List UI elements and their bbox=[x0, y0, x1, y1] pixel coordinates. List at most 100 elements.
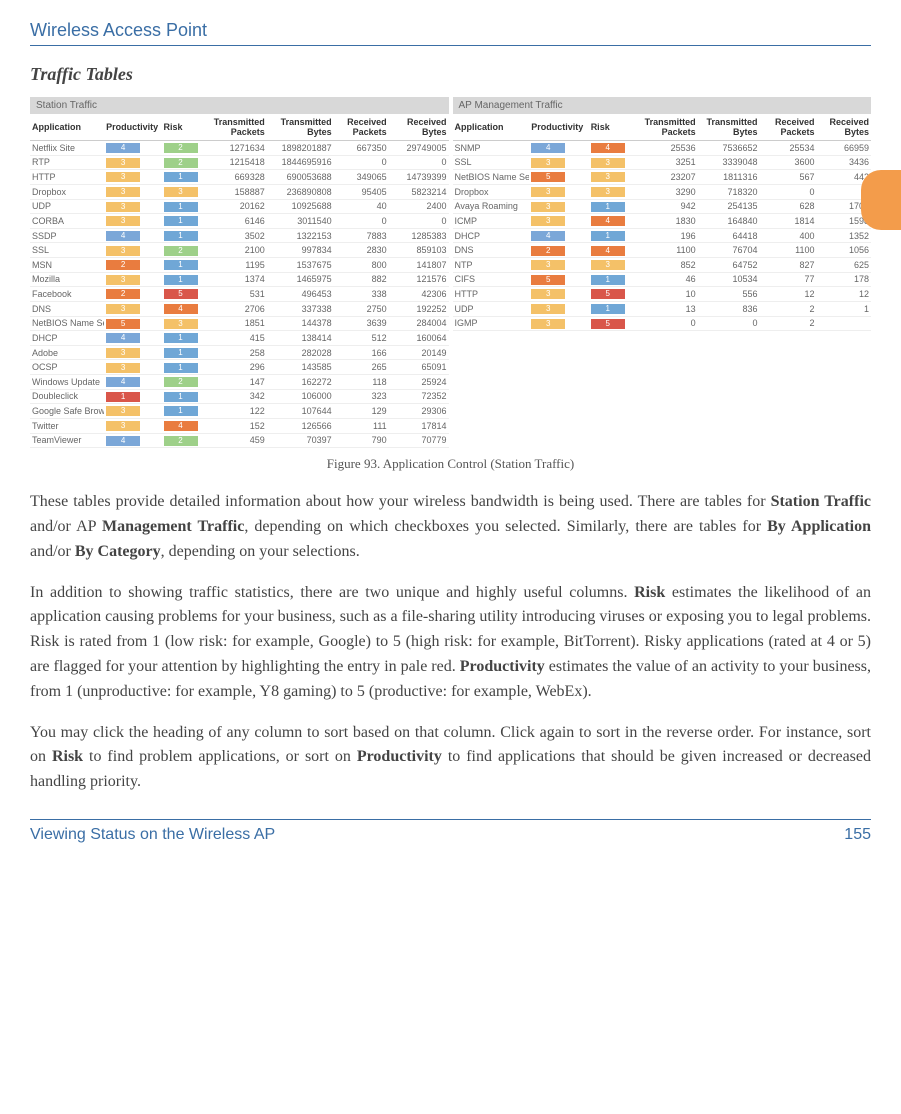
cell-rxb: 20149 bbox=[389, 345, 449, 360]
cell-application: OCSP bbox=[30, 360, 104, 375]
col-tx-packets[interactable]: Transmitted Packets bbox=[207, 114, 267, 141]
bold: Station Traffic bbox=[771, 493, 871, 510]
risk-bar: 2 bbox=[164, 377, 198, 387]
bold: Productivity bbox=[357, 748, 442, 765]
cell-productivity: 4 bbox=[529, 141, 588, 156]
cell-txp: 1215418 bbox=[207, 155, 267, 170]
cell-risk: 3 bbox=[589, 155, 636, 170]
col-tx-bytes[interactable]: Transmitted Bytes bbox=[698, 114, 760, 141]
risk-bar: 1 bbox=[164, 216, 198, 226]
cell-risk: 2 bbox=[162, 375, 207, 390]
cell-rxp: 667350 bbox=[334, 141, 389, 156]
risk-bar: 4 bbox=[591, 246, 625, 256]
cell-rxb: 0 bbox=[389, 214, 449, 229]
table-row: SNMP442553675366522553466959 bbox=[453, 141, 872, 156]
cell-risk: 3 bbox=[589, 258, 636, 273]
mgmt-traffic-block: AP Management Traffic Application Produc… bbox=[453, 97, 872, 448]
cell-rxp: 338 bbox=[334, 287, 389, 302]
cell-productivity: 1 bbox=[104, 389, 161, 404]
cell-application: Doubleclick bbox=[30, 389, 104, 404]
col-rx-bytes[interactable]: Received Bytes bbox=[817, 114, 872, 141]
cell-txp: 1271634 bbox=[207, 141, 267, 156]
col-tx-packets[interactable]: Transmitted Packets bbox=[636, 114, 698, 141]
cell-txp: 2706 bbox=[207, 301, 267, 316]
cell-txp: 1100 bbox=[636, 243, 698, 258]
col-risk[interactable]: Risk bbox=[589, 114, 636, 141]
cell-rxp: 95405 bbox=[334, 184, 389, 199]
productivity-bar: 5 bbox=[106, 319, 140, 329]
cell-risk: 1 bbox=[162, 258, 207, 273]
text: , depending on which checkboxes you sele… bbox=[244, 518, 767, 535]
cell-txb: 282028 bbox=[267, 345, 334, 360]
cell-application: MSN bbox=[30, 258, 104, 273]
cell-txp: 3290 bbox=[636, 184, 698, 199]
cell-txp: 459 bbox=[207, 433, 267, 448]
cell-risk: 1 bbox=[162, 404, 207, 419]
col-rx-packets[interactable]: Received Packets bbox=[334, 114, 389, 141]
cell-txp: 342 bbox=[207, 389, 267, 404]
cell-rxp: 882 bbox=[334, 272, 389, 287]
risk-bar: 5 bbox=[591, 289, 625, 299]
cell-txb: 1322153 bbox=[267, 228, 334, 243]
cell-application: SNMP bbox=[453, 141, 530, 156]
bold: Risk bbox=[52, 748, 83, 765]
cell-rxp: 827 bbox=[760, 258, 817, 273]
cell-rxp: 1100 bbox=[760, 243, 817, 258]
productivity-bar: 2 bbox=[106, 289, 140, 299]
figure-caption: Figure 93. Application Control (Station … bbox=[30, 456, 871, 472]
table-row: Twitter3415212656611117814 bbox=[30, 418, 449, 433]
cell-application: Avaya Roaming bbox=[453, 199, 530, 214]
productivity-bar: 2 bbox=[106, 260, 140, 270]
col-application[interactable]: Application bbox=[453, 114, 530, 141]
col-application[interactable]: Application bbox=[30, 114, 104, 141]
risk-bar: 4 bbox=[591, 216, 625, 226]
cell-productivity: 5 bbox=[529, 170, 588, 185]
table-row: CIFS51461053477178 bbox=[453, 272, 872, 287]
col-rx-packets[interactable]: Received Packets bbox=[760, 114, 817, 141]
cell-rxp: 512 bbox=[334, 331, 389, 346]
cell-risk: 4 bbox=[162, 301, 207, 316]
cell-txp: 20162 bbox=[207, 199, 267, 214]
cell-txp: 1851 bbox=[207, 316, 267, 331]
text: to find problem applications, or sort on bbox=[83, 748, 357, 765]
cell-rxp: 2 bbox=[760, 316, 817, 331]
cell-txb: 0 bbox=[698, 316, 760, 331]
cell-txb: 1465975 bbox=[267, 272, 334, 287]
cell-rxp: 790 bbox=[334, 433, 389, 448]
risk-bar: 1 bbox=[164, 363, 198, 373]
cell-rxb: 70779 bbox=[389, 433, 449, 448]
cell-rxp: 0 bbox=[334, 214, 389, 229]
cell-application: UDP bbox=[30, 199, 104, 214]
table-row: Dropbox3332907183200 bbox=[453, 184, 872, 199]
cell-txb: 496453 bbox=[267, 287, 334, 302]
col-risk[interactable]: Risk bbox=[162, 114, 207, 141]
risk-bar: 4 bbox=[591, 143, 625, 153]
cell-txp: 25536 bbox=[636, 141, 698, 156]
cell-txp: 415 bbox=[207, 331, 267, 346]
productivity-bar: 3 bbox=[106, 246, 140, 256]
cell-txp: 258 bbox=[207, 345, 267, 360]
productivity-bar: 3 bbox=[106, 187, 140, 197]
cell-txb: 1811316 bbox=[698, 170, 760, 185]
cell-rxb: 29749005 bbox=[389, 141, 449, 156]
mgmt-traffic-table: Application Productivity Risk Transmitte… bbox=[453, 114, 872, 331]
col-tx-bytes[interactable]: Transmitted Bytes bbox=[267, 114, 334, 141]
cell-txb: 1898201887 bbox=[267, 141, 334, 156]
cell-rxb: 17814 bbox=[389, 418, 449, 433]
cell-productivity: 2 bbox=[104, 258, 161, 273]
productivity-bar: 3 bbox=[531, 187, 565, 197]
productivity-bar: 4 bbox=[531, 231, 565, 241]
productivity-bar: 1 bbox=[106, 392, 140, 402]
cell-application: Dropbox bbox=[453, 184, 530, 199]
cell-risk: 5 bbox=[589, 287, 636, 302]
cell-txp: 296 bbox=[207, 360, 267, 375]
productivity-bar: 3 bbox=[106, 421, 140, 431]
cell-risk: 1 bbox=[162, 389, 207, 404]
productivity-bar: 3 bbox=[106, 304, 140, 314]
risk-bar: 1 bbox=[164, 406, 198, 416]
risk-bar: 3 bbox=[591, 260, 625, 270]
col-productivity[interactable]: Productivity bbox=[104, 114, 161, 141]
col-rx-bytes[interactable]: Received Bytes bbox=[389, 114, 449, 141]
col-productivity[interactable]: Productivity bbox=[529, 114, 588, 141]
cell-txp: 23207 bbox=[636, 170, 698, 185]
